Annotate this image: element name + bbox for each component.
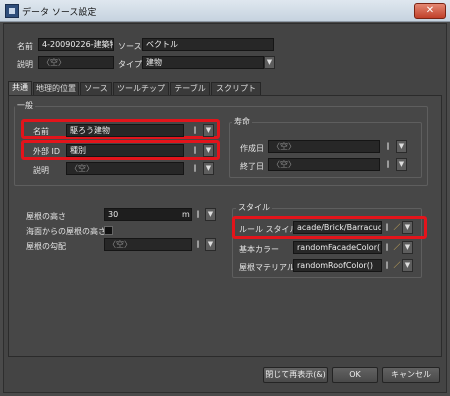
rule-style-spin-icon[interactable]: ‖ <box>382 222 392 233</box>
tab-source[interactable]: ソース <box>80 82 112 96</box>
roof-material-dropdown-button[interactable]: ▼ <box>402 259 413 272</box>
general-description-placeholder: 〈空〉 <box>70 164 94 173</box>
roof-height-field[interactable]: 30 <box>104 208 192 221</box>
tab-table[interactable]: テーブル <box>170 82 210 96</box>
roof-material-label: 屋根マテリアル <box>239 263 295 272</box>
name-label: 名前 <box>17 42 33 51</box>
created-date-field[interactable]: 〈空〉 <box>268 140 380 153</box>
roof-sea-level-label: 海面からの屋根の高さ <box>26 227 106 236</box>
external-id-spin-icon[interactable]: ‖ <box>190 145 200 156</box>
close-and-reshow-button[interactable]: 閉じて再表示(&) <box>263 367 328 383</box>
base-color-spin-icon[interactable]: ‖ <box>382 242 392 253</box>
tab-geolocation[interactable]: 地理的位置 <box>33 82 79 96</box>
type-label: タイプ <box>118 60 142 69</box>
close-button[interactable]: ✕ <box>414 3 446 19</box>
general-name-label: 名前 <box>33 127 49 136</box>
name-field[interactable]: 4-20090226-建築物 <box>38 38 114 51</box>
rule-style-label: ルール スタイル <box>239 225 298 234</box>
roof-height-unit: m <box>182 210 190 219</box>
general-description-dropdown-button[interactable]: ▼ <box>203 162 214 175</box>
title-bar: データ ソース設定 ✕ <box>0 0 450 22</box>
roof-material-edit-icon[interactable]: ／ <box>392 260 402 271</box>
base-color-field[interactable]: randomFacadeColor() <box>293 241 382 254</box>
base-color-edit-icon[interactable]: ／ <box>392 242 402 253</box>
rule-style-edit-icon[interactable]: ／ <box>392 222 402 233</box>
end-date-field[interactable]: 〈空〉 <box>268 158 380 171</box>
roof-height-value: 30 <box>108 210 119 219</box>
roof-slope-dropdown-button[interactable]: ▼ <box>205 238 216 251</box>
roof-height-dropdown-button[interactable]: ▼ <box>205 208 216 221</box>
general-name-select[interactable]: 駆ろう建物 <box>66 124 184 137</box>
created-date-label: 作成日 <box>240 144 264 153</box>
app-icon <box>5 4 19 18</box>
rule-style-dropdown-button[interactable]: ▼ <box>402 221 413 234</box>
type-select[interactable]: 建物 <box>142 56 264 69</box>
window-title: データ ソース設定 <box>22 8 97 18</box>
roof-slope-label: 屋根の勾配 <box>26 242 66 251</box>
external-id-label: 外部 ID <box>33 147 61 156</box>
created-date-placeholder: 〈空〉 <box>272 142 296 151</box>
roof-material-field[interactable]: randomRoofColor() <box>293 259 382 272</box>
base-color-dropdown-button[interactable]: ▼ <box>402 241 413 254</box>
cancel-button[interactable]: キャンセル <box>382 367 440 383</box>
end-date-spin-icon[interactable]: ‖ <box>383 159 393 170</box>
lifetime-group-title: 寿命 <box>232 116 252 127</box>
description-field[interactable]: 〈空〉 <box>38 56 114 69</box>
created-date-spin-icon[interactable]: ‖ <box>383 141 393 152</box>
ok-button[interactable]: OK <box>332 367 378 383</box>
rule-style-field[interactable]: acade/Brick/Barracuda' <box>293 221 382 234</box>
general-description-field[interactable]: 〈空〉 <box>66 162 184 175</box>
general-group-title: 一般 <box>15 100 35 111</box>
roof-height-label: 屋根の高さ <box>26 212 66 221</box>
tab-tooltip[interactable]: ツールチップ <box>113 82 169 96</box>
roof-sea-level-checkbox[interactable] <box>104 226 113 235</box>
description-placeholder: 〈空〉 <box>42 58 66 67</box>
roof-height-spin-icon[interactable]: ‖ <box>193 209 203 220</box>
general-description-spin-icon[interactable]: ‖ <box>190 163 200 174</box>
end-date-placeholder: 〈空〉 <box>272 160 296 169</box>
created-date-dropdown-button[interactable]: ▼ <box>396 140 407 153</box>
tab-script[interactable]: スクリプト <box>211 82 261 96</box>
source-label: ソース <box>118 42 142 51</box>
style-group-title: スタイル <box>236 202 272 213</box>
end-date-dropdown-button[interactable]: ▼ <box>396 158 407 171</box>
general-description-label: 説明 <box>33 166 49 175</box>
external-id-dropdown-button[interactable]: ▼ <box>203 144 214 157</box>
roof-slope-spin-icon[interactable]: ‖ <box>193 239 203 250</box>
general-name-dropdown-button[interactable]: ▼ <box>203 124 214 137</box>
roof-slope-placeholder: 〈空〉 <box>108 240 132 249</box>
description-label: 説明 <box>17 60 33 69</box>
end-date-label: 終了日 <box>240 162 264 171</box>
base-color-label: 基本カラー <box>239 245 279 254</box>
roof-material-spin-icon[interactable]: ‖ <box>382 260 392 271</box>
roof-slope-field[interactable]: 〈空〉 <box>104 238 192 251</box>
type-dropdown-button[interactable]: ▼ <box>264 56 275 69</box>
source-field[interactable]: ベクトル <box>142 38 274 51</box>
external-id-select[interactable]: 種別 <box>66 144 184 157</box>
general-name-spin-icon[interactable]: ‖ <box>190 125 200 136</box>
